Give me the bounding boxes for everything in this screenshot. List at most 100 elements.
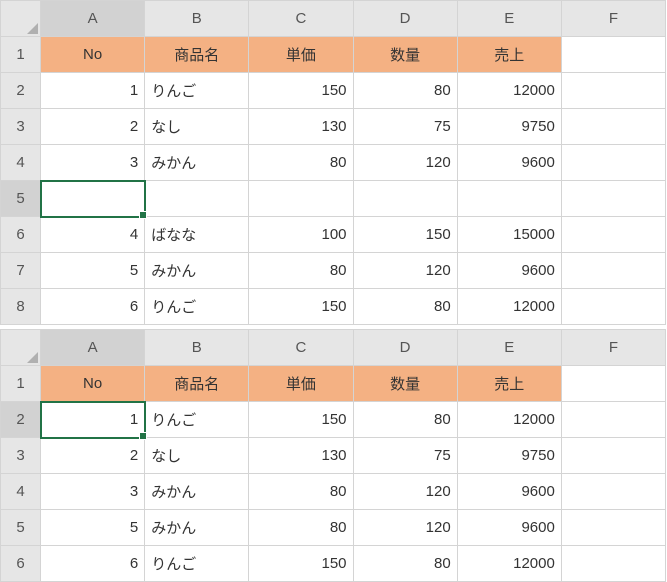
header-qty[interactable]: 数量 bbox=[353, 37, 457, 73]
row-header-2[interactable]: 2 bbox=[1, 73, 41, 109]
cell-C6[interactable]: 100 bbox=[249, 217, 353, 253]
cell-C4[interactable]: 80 bbox=[249, 474, 353, 510]
cell-E4[interactable]: 9600 bbox=[457, 474, 561, 510]
cell-F6[interactable] bbox=[561, 546, 665, 582]
cell-B8[interactable]: りんご bbox=[145, 289, 249, 325]
cell-E4[interactable]: 9600 bbox=[457, 145, 561, 181]
col-header-C[interactable]: C bbox=[249, 330, 353, 366]
row-header-8[interactable]: 8 bbox=[1, 289, 41, 325]
cell-C6[interactable]: 150 bbox=[249, 546, 353, 582]
cell-C3[interactable]: 130 bbox=[249, 109, 353, 145]
cell-D4[interactable]: 120 bbox=[353, 474, 457, 510]
cell-F8[interactable] bbox=[561, 289, 665, 325]
row-header-4[interactable]: 4 bbox=[1, 145, 41, 181]
row-header-6[interactable]: 6 bbox=[1, 217, 41, 253]
cell-D4[interactable]: 120 bbox=[353, 145, 457, 181]
cell-F7[interactable] bbox=[561, 253, 665, 289]
cell-B3[interactable]: なし bbox=[145, 109, 249, 145]
cell-B5[interactable]: みかん bbox=[145, 510, 249, 546]
cell-E6[interactable]: 12000 bbox=[457, 546, 561, 582]
cell-B6[interactable]: りんご bbox=[145, 546, 249, 582]
cell-F3[interactable] bbox=[561, 109, 665, 145]
col-header-A[interactable]: A bbox=[41, 1, 145, 37]
cell-F1[interactable] bbox=[561, 366, 665, 402]
cell-F2[interactable] bbox=[561, 402, 665, 438]
cell-F1[interactable] bbox=[561, 37, 665, 73]
spreadsheet-table-2[interactable]: A B C D E F 1 No 商品名 単価 数量 売上 2 1 りんご 15… bbox=[0, 329, 666, 582]
cell-E2[interactable]: 12000 bbox=[457, 402, 561, 438]
row-header-7[interactable]: 7 bbox=[1, 253, 41, 289]
cell-A8[interactable]: 6 bbox=[41, 289, 145, 325]
cell-A3[interactable]: 2 bbox=[41, 438, 145, 474]
cell-D6[interactable]: 150 bbox=[353, 217, 457, 253]
cell-F4[interactable] bbox=[561, 145, 665, 181]
header-no[interactable]: No bbox=[41, 37, 145, 73]
col-header-F[interactable]: F bbox=[561, 330, 665, 366]
header-name[interactable]: 商品名 bbox=[145, 366, 249, 402]
cell-C4[interactable]: 80 bbox=[249, 145, 353, 181]
cell-E5[interactable]: 9600 bbox=[457, 510, 561, 546]
row-header-2[interactable]: 2 bbox=[1, 402, 41, 438]
col-header-B[interactable]: B bbox=[145, 330, 249, 366]
cell-B5[interactable] bbox=[145, 181, 249, 217]
cell-B2[interactable]: りんご bbox=[145, 402, 249, 438]
cell-E6[interactable]: 15000 bbox=[457, 217, 561, 253]
col-header-E[interactable]: E bbox=[457, 330, 561, 366]
cell-D5[interactable] bbox=[353, 181, 457, 217]
cell-E3[interactable]: 9750 bbox=[457, 109, 561, 145]
row-header-5[interactable]: 5 bbox=[1, 510, 41, 546]
select-all-corner[interactable] bbox=[1, 330, 41, 366]
cell-C5[interactable] bbox=[249, 181, 353, 217]
cell-C5[interactable]: 80 bbox=[249, 510, 353, 546]
cell-B3[interactable]: なし bbox=[145, 438, 249, 474]
cell-B4[interactable]: みかん bbox=[145, 474, 249, 510]
cell-C3[interactable]: 130 bbox=[249, 438, 353, 474]
cell-F3[interactable] bbox=[561, 438, 665, 474]
cell-F5[interactable] bbox=[561, 181, 665, 217]
cell-B4[interactable]: みかん bbox=[145, 145, 249, 181]
cell-A4[interactable]: 3 bbox=[41, 145, 145, 181]
cell-B7[interactable]: みかん bbox=[145, 253, 249, 289]
row-header-1[interactable]: 1 bbox=[1, 366, 41, 402]
cell-E3[interactable]: 9750 bbox=[457, 438, 561, 474]
cell-F6[interactable] bbox=[561, 217, 665, 253]
cell-C8[interactable]: 150 bbox=[249, 289, 353, 325]
row-header-1[interactable]: 1 bbox=[1, 37, 41, 73]
row-header-3[interactable]: 3 bbox=[1, 438, 41, 474]
cell-F5[interactable] bbox=[561, 510, 665, 546]
header-qty[interactable]: 数量 bbox=[353, 366, 457, 402]
cell-A6[interactable]: 6 bbox=[41, 546, 145, 582]
cell-F4[interactable] bbox=[561, 474, 665, 510]
col-header-A[interactable]: A bbox=[41, 330, 145, 366]
cell-D7[interactable]: 120 bbox=[353, 253, 457, 289]
col-header-D[interactable]: D bbox=[353, 1, 457, 37]
header-price[interactable]: 単価 bbox=[249, 37, 353, 73]
cell-A3[interactable]: 2 bbox=[41, 109, 145, 145]
cell-D5[interactable]: 120 bbox=[353, 510, 457, 546]
cell-B6[interactable]: ばなな bbox=[145, 217, 249, 253]
cell-A2[interactable]: 1 bbox=[41, 73, 145, 109]
row-header-6[interactable]: 6 bbox=[1, 546, 41, 582]
header-sales[interactable]: 売上 bbox=[457, 366, 561, 402]
cell-A2[interactable]: 1 bbox=[41, 402, 145, 438]
cell-A6[interactable]: 4 bbox=[41, 217, 145, 253]
cell-D3[interactable]: 75 bbox=[353, 438, 457, 474]
col-header-D[interactable]: D bbox=[353, 330, 457, 366]
cell-A4[interactable]: 3 bbox=[41, 474, 145, 510]
header-price[interactable]: 単価 bbox=[249, 366, 353, 402]
cell-F2[interactable] bbox=[561, 73, 665, 109]
col-header-E[interactable]: E bbox=[457, 1, 561, 37]
cell-A5[interactable]: 5 bbox=[41, 510, 145, 546]
cell-E2[interactable]: 12000 bbox=[457, 73, 561, 109]
row-header-4[interactable]: 4 bbox=[1, 474, 41, 510]
col-header-F[interactable]: F bbox=[561, 1, 665, 37]
cell-A7[interactable]: 5 bbox=[41, 253, 145, 289]
cell-D2[interactable]: 80 bbox=[353, 73, 457, 109]
cell-B2[interactable]: りんご bbox=[145, 73, 249, 109]
col-header-B[interactable]: B bbox=[145, 1, 249, 37]
cell-C2[interactable]: 150 bbox=[249, 402, 353, 438]
header-name[interactable]: 商品名 bbox=[145, 37, 249, 73]
row-header-5[interactable]: 5 bbox=[1, 181, 41, 217]
spreadsheet-table-1[interactable]: A B C D E F 1 No 商品名 単価 数量 売上 2 1 りんご 15… bbox=[0, 0, 666, 325]
cell-D2[interactable]: 80 bbox=[353, 402, 457, 438]
